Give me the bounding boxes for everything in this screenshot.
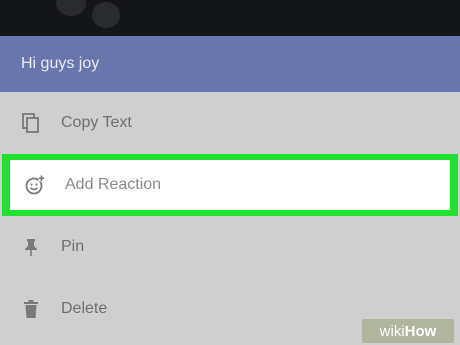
background-strip [0,0,460,36]
menu-item-label: Pin [61,238,85,255]
menu-item-add-reaction[interactable]: Add Reaction [2,154,458,216]
context-menu: Copy Text Add Reaction Pin Delete wiki H… [0,92,460,345]
watermark-how: How [404,322,437,340]
copy-icon [21,113,41,133]
menu-item-label: Delete [61,300,108,317]
highlight-box[interactable]: Add Reaction [10,160,450,210]
pin-icon [21,237,41,257]
trash-icon [21,299,41,319]
message-header: Hi guys joy [0,36,460,92]
wikihow-watermark: wiki How [362,319,454,343]
background-blur [56,0,86,16]
menu-item-copy-text[interactable]: Copy Text [0,92,460,154]
menu-item-pin[interactable]: Pin [0,216,460,278]
background-blur [92,2,120,28]
menu-item-label: Add Reaction [65,176,162,193]
watermark-wiki: wiki [379,322,405,340]
menu-item-label: Copy Text [61,114,132,131]
message-preview: Hi guys joy [21,55,100,72]
add-reaction-icon [25,175,45,195]
